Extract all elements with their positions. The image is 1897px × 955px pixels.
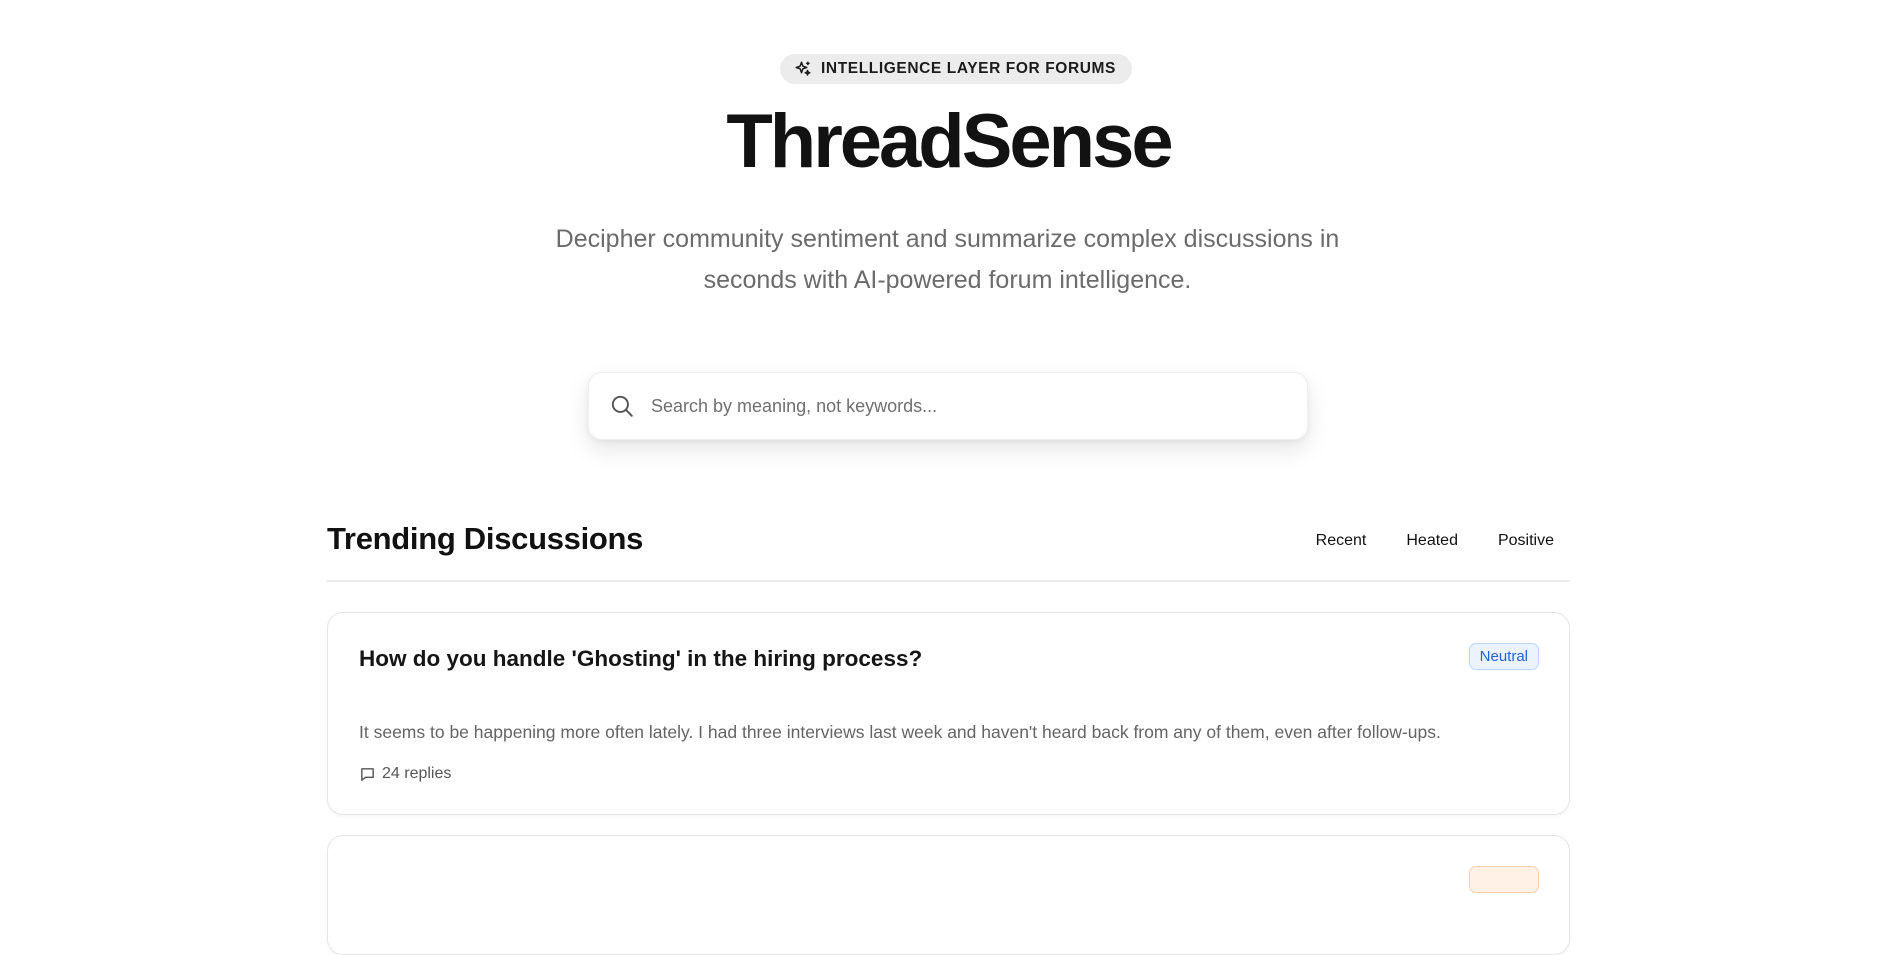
sentiment-badge (1469, 866, 1539, 893)
trending-header: Trending Discussions Recent Heated Posit… (327, 518, 1570, 582)
page-subtitle: Decipher community sentiment and summari… (555, 225, 1340, 294)
filter-tabs: Recent Heated Positive (1300, 526, 1570, 556)
page-title: ThreadSense (726, 99, 1173, 184)
thread-excerpt: It seems to be happening more often late… (359, 722, 1441, 742)
tagline-badge: INTELLIGENCE LAYER FOR FORUMS (780, 54, 1132, 84)
search-bar[interactable] (588, 372, 1308, 440)
filter-positive[interactable]: Positive (1482, 526, 1570, 556)
thread-card[interactable] (327, 835, 1570, 955)
search-input[interactable] (649, 373, 1307, 439)
badge-label: INTELLIGENCE LAYER FOR FORUMS (821, 60, 1116, 77)
filter-heated[interactable]: Heated (1390, 526, 1474, 556)
thread-card[interactable]: How do you handle 'Ghosting' in the hiri… (327, 612, 1570, 815)
reply-count: 24 replies (359, 765, 451, 783)
search-icon (609, 393, 635, 419)
thread-title[interactable]: How do you handle 'Ghosting' in the hiri… (359, 646, 922, 672)
filter-recent[interactable]: Recent (1300, 526, 1383, 556)
section-title: Trending Discussions (327, 521, 644, 556)
reply-count-label: 24 replies (382, 765, 452, 782)
sentiment-badge: Neutral (1468, 643, 1539, 670)
comment-icon (359, 766, 376, 783)
sparkles-icon (794, 60, 812, 78)
